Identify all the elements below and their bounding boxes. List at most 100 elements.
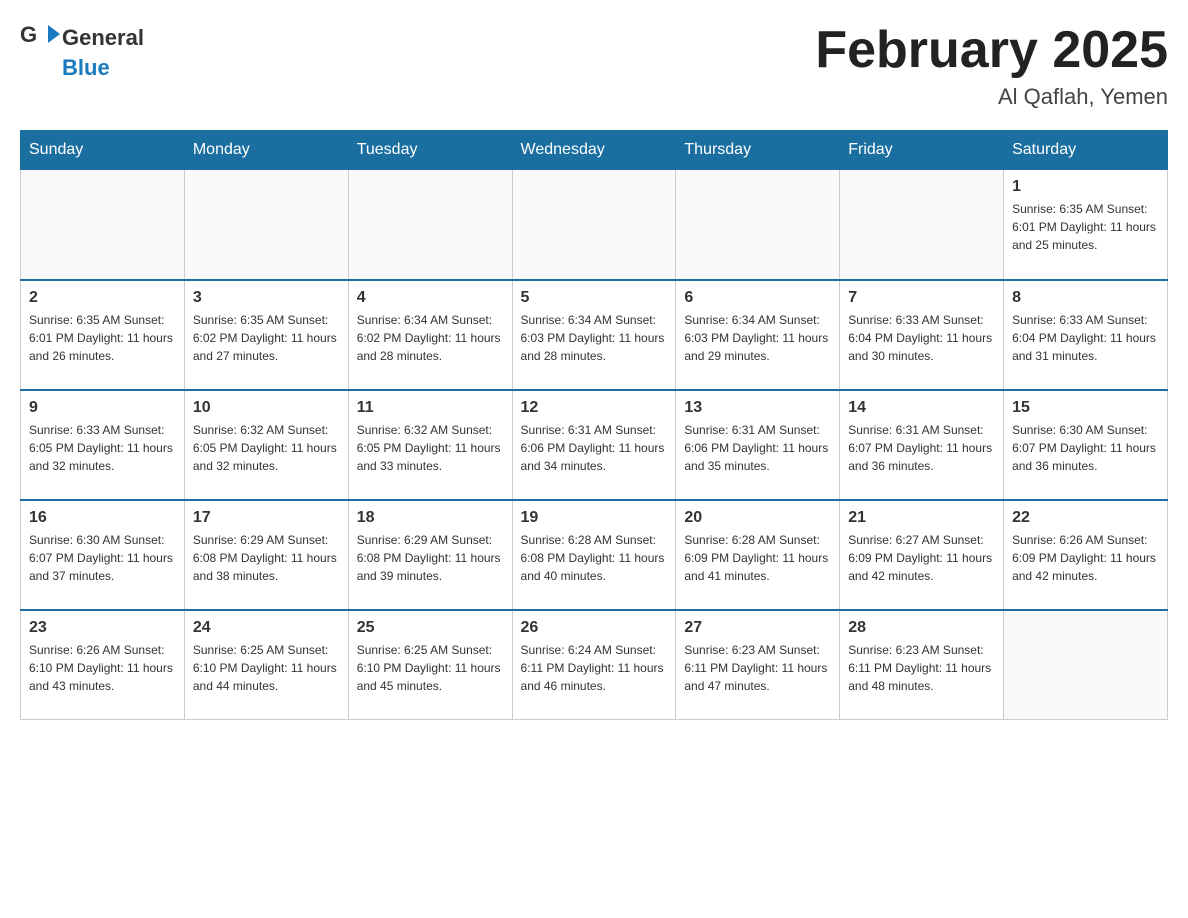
day-info: Sunrise: 6:24 AM Sunset: 6:11 PM Dayligh… [521,641,668,695]
table-row: 7 Sunrise: 6:33 AM Sunset: 6:04 PM Daylig… [840,280,1004,390]
table-row [512,170,676,280]
col-saturday: Saturday [1004,131,1168,170]
table-row: 17 Sunrise: 6:29 AM Sunset: 6:08 PM Dayli… [184,500,348,610]
table-row: 4 Sunrise: 6:34 AM Sunset: 6:02 PM Daylig… [348,280,512,390]
table-row: 5 Sunrise: 6:34 AM Sunset: 6:03 PM Daylig… [512,280,676,390]
day-info: Sunrise: 6:34 AM Sunset: 6:03 PM Dayligh… [521,311,668,365]
day-number: 15 [1012,399,1159,417]
day-number: 10 [193,399,340,417]
table-row: 20 Sunrise: 6:28 AM Sunset: 6:09 PM Dayli… [676,500,840,610]
table-row: 3 Sunrise: 6:35 AM Sunset: 6:02 PM Daylig… [184,280,348,390]
table-row: 23 Sunrise: 6:26 AM Sunset: 6:10 PM Dayli… [21,610,185,720]
day-number: 21 [848,509,995,527]
table-row [676,170,840,280]
table-row [184,170,348,280]
day-number: 4 [357,289,504,307]
logo-text-blue: Blue [62,55,110,80]
day-info: Sunrise: 6:28 AM Sunset: 6:09 PM Dayligh… [684,531,831,585]
table-row: 6 Sunrise: 6:34 AM Sunset: 6:03 PM Daylig… [676,280,840,390]
day-info: Sunrise: 6:31 AM Sunset: 6:06 PM Dayligh… [521,421,668,475]
day-number: 28 [848,619,995,637]
table-row: 25 Sunrise: 6:25 AM Sunset: 6:10 PM Dayli… [348,610,512,720]
day-number: 7 [848,289,995,307]
day-number: 2 [29,289,176,307]
day-info: Sunrise: 6:35 AM Sunset: 6:01 PM Dayligh… [1012,200,1159,254]
day-number: 18 [357,509,504,527]
logo-icon: G [20,20,60,55]
day-info: Sunrise: 6:25 AM Sunset: 6:10 PM Dayligh… [193,641,340,695]
day-info: Sunrise: 6:35 AM Sunset: 6:02 PM Dayligh… [193,311,340,365]
day-number: 17 [193,509,340,527]
calendar: Sunday Monday Tuesday Wednesday Thursday… [20,130,1168,720]
title-area: February 2025 Al Qaflah, Yemen [815,20,1168,110]
day-number: 14 [848,399,995,417]
day-number: 25 [357,619,504,637]
col-thursday: Thursday [676,131,840,170]
day-number: 23 [29,619,176,637]
logo-text-general: General [62,25,144,51]
col-tuesday: Tuesday [348,131,512,170]
col-monday: Monday [184,131,348,170]
day-info: Sunrise: 6:23 AM Sunset: 6:11 PM Dayligh… [684,641,831,695]
day-number: 6 [684,289,831,307]
day-info: Sunrise: 6:28 AM Sunset: 6:08 PM Dayligh… [521,531,668,585]
day-number: 12 [521,399,668,417]
month-title: February 2025 [815,20,1168,80]
page-header: G General Blue February 2025 Al Qaflah, … [20,20,1168,110]
table-row: 15 Sunrise: 6:30 AM Sunset: 6:07 PM Dayli… [1004,390,1168,500]
table-row: 24 Sunrise: 6:25 AM Sunset: 6:10 PM Dayli… [184,610,348,720]
day-number: 16 [29,509,176,527]
table-row: 2 Sunrise: 6:35 AM Sunset: 6:01 PM Daylig… [21,280,185,390]
day-number: 20 [684,509,831,527]
day-info: Sunrise: 6:33 AM Sunset: 6:05 PM Dayligh… [29,421,176,475]
day-info: Sunrise: 6:34 AM Sunset: 6:02 PM Dayligh… [357,311,504,365]
day-info: Sunrise: 6:33 AM Sunset: 6:04 PM Dayligh… [848,311,995,365]
col-sunday: Sunday [21,131,185,170]
day-number: 24 [193,619,340,637]
day-info: Sunrise: 6:34 AM Sunset: 6:03 PM Dayligh… [684,311,831,365]
day-info: Sunrise: 6:29 AM Sunset: 6:08 PM Dayligh… [193,531,340,585]
day-number: 9 [29,399,176,417]
day-info: Sunrise: 6:30 AM Sunset: 6:07 PM Dayligh… [29,531,176,585]
day-number: 19 [521,509,668,527]
day-info: Sunrise: 6:26 AM Sunset: 6:09 PM Dayligh… [1012,531,1159,585]
table-row: 28 Sunrise: 6:23 AM Sunset: 6:11 PM Dayli… [840,610,1004,720]
day-number: 3 [193,289,340,307]
table-row: 9 Sunrise: 6:33 AM Sunset: 6:05 PM Daylig… [21,390,185,500]
day-info: Sunrise: 6:31 AM Sunset: 6:06 PM Dayligh… [684,421,831,475]
day-number: 1 [1012,178,1159,196]
calendar-header-row: Sunday Monday Tuesday Wednesday Thursday… [21,131,1168,170]
svg-text:G: G [20,22,37,47]
day-info: Sunrise: 6:32 AM Sunset: 6:05 PM Dayligh… [357,421,504,475]
day-info: Sunrise: 6:25 AM Sunset: 6:10 PM Dayligh… [357,641,504,695]
day-info: Sunrise: 6:29 AM Sunset: 6:08 PM Dayligh… [357,531,504,585]
table-row: 21 Sunrise: 6:27 AM Sunset: 6:09 PM Dayli… [840,500,1004,610]
table-row: 18 Sunrise: 6:29 AM Sunset: 6:08 PM Dayli… [348,500,512,610]
day-info: Sunrise: 6:26 AM Sunset: 6:10 PM Dayligh… [29,641,176,695]
table-row: 22Sunrise: 6:26 AM Sunset: 6:09 PM Dayli… [1004,500,1168,610]
table-row: 8 Sunrise: 6:33 AM Sunset: 6:04 PM Daylig… [1004,280,1168,390]
day-number: 13 [684,399,831,417]
table-row: 1 Sunrise: 6:35 AM Sunset: 6:01 PM Daylig… [1004,170,1168,280]
col-friday: Friday [840,131,1004,170]
day-number: 8 [1012,289,1159,307]
col-wednesday: Wednesday [512,131,676,170]
day-number: 5 [521,289,668,307]
day-number: 26 [521,619,668,637]
day-number: 11 [357,399,504,417]
table-row: 10 Sunrise: 6:32 AM Sunset: 6:05 PM Dayli… [184,390,348,500]
day-info: Sunrise: 6:32 AM Sunset: 6:05 PM Dayligh… [193,421,340,475]
day-info: Sunrise: 6:27 AM Sunset: 6:09 PM Dayligh… [848,531,995,585]
day-info: Sunrise: 6:30 AM Sunset: 6:07 PM Dayligh… [1012,421,1159,475]
table-row: 19 Sunrise: 6:28 AM Sunset: 6:08 PM Dayli… [512,500,676,610]
day-info: Sunrise: 6:33 AM Sunset: 6:04 PM Dayligh… [1012,311,1159,365]
table-row [840,170,1004,280]
table-row: 27 Sunrise: 6:23 AM Sunset: 6:11 PM Dayli… [676,610,840,720]
day-info: Sunrise: 6:23 AM Sunset: 6:11 PM Dayligh… [848,641,995,695]
table-row [1004,610,1168,720]
table-row: 26 Sunrise: 6:24 AM Sunset: 6:11 PM Dayli… [512,610,676,720]
table-row: 14Sunrise: 6:31 AM Sunset: 6:07 PM Dayli… [840,390,1004,500]
table-row [21,170,185,280]
day-number: 27 [684,619,831,637]
day-info: Sunrise: 6:35 AM Sunset: 6:01 PM Dayligh… [29,311,176,365]
